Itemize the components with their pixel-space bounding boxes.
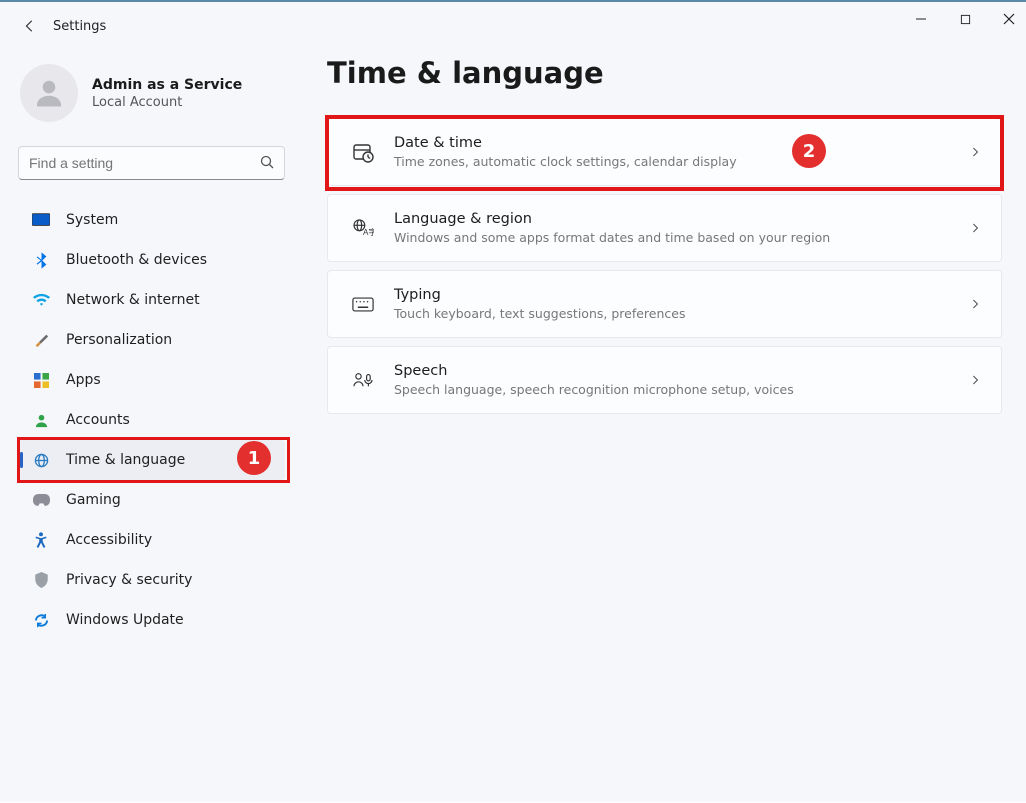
user-name: Admin as a Service: [92, 77, 242, 93]
sidebar-item-label: Accounts: [66, 412, 130, 428]
sidebar-item-label: Accessibility: [66, 532, 152, 548]
sidebar-item-network[interactable]: Network & internet: [18, 280, 285, 320]
sidebar-item-bluetooth[interactable]: Bluetooth & devices: [18, 240, 285, 280]
accessibility-icon: [32, 531, 50, 549]
sidebar-item-apps[interactable]: Apps: [18, 360, 285, 400]
nav: System Bluetooth & devices Network & int…: [18, 200, 285, 640]
speech-icon: [348, 371, 378, 389]
card-speech[interactable]: Speech Speech language, speech recogniti…: [327, 346, 1002, 414]
user-sub: Local Account: [92, 95, 242, 110]
maximize-button[interactable]: [956, 10, 974, 28]
keyboard-icon: [348, 297, 378, 312]
sidebar-item-gaming[interactable]: Gaming: [18, 480, 285, 520]
sidebar-item-windows-update[interactable]: Windows Update: [18, 600, 285, 640]
sidebar: Admin as a Service Local Account System …: [0, 50, 300, 640]
card-language-region[interactable]: A字 Language & region Windows and some ap…: [327, 194, 1002, 262]
search-field[interactable]: [18, 146, 285, 180]
titlebar-label: Settings: [53, 19, 106, 34]
card-sub: Windows and some apps format dates and t…: [394, 230, 967, 245]
sidebar-item-label: Windows Update: [66, 612, 184, 628]
card-date-time[interactable]: Date & time Time zones, automatic clock …: [327, 118, 1002, 186]
wifi-icon: [32, 291, 50, 309]
card-title: Typing: [394, 287, 967, 303]
system-icon: [32, 211, 50, 229]
card-title: Speech: [394, 363, 967, 379]
sidebar-item-label: Privacy & security: [66, 572, 192, 588]
sidebar-item-label: Network & internet: [66, 292, 200, 308]
card-title: Date & time: [394, 135, 967, 151]
chevron-right-icon: [967, 372, 983, 388]
update-icon: [32, 611, 50, 629]
chevron-right-icon: [967, 220, 983, 236]
gaming-icon: [32, 491, 50, 509]
card-sub: Touch keyboard, text suggestions, prefer…: [394, 306, 967, 321]
sidebar-item-privacy[interactable]: Privacy & security: [18, 560, 285, 600]
titlebar: Settings: [0, 2, 1026, 50]
card-typing[interactable]: Typing Touch keyboard, text suggestions,…: [327, 270, 1002, 338]
card-sub: Speech language, speech recognition micr…: [394, 382, 967, 397]
chevron-right-icon: [967, 144, 983, 160]
bluetooth-icon: [32, 251, 50, 269]
page-title: Time & language: [327, 56, 1002, 90]
account-icon: [32, 411, 50, 429]
window-controls: [912, 10, 1018, 28]
close-button[interactable]: [1000, 10, 1018, 28]
sidebar-item-label: Time & language: [66, 452, 185, 468]
svg-text:A字: A字: [363, 227, 374, 237]
sidebar-item-label: Bluetooth & devices: [66, 252, 207, 268]
globe-icon: [32, 451, 50, 469]
sidebar-item-label: Personalization: [66, 332, 172, 348]
user-block[interactable]: Admin as a Service Local Account: [18, 60, 285, 140]
sidebar-item-accounts[interactable]: Accounts: [18, 400, 285, 440]
avatar: [20, 64, 78, 122]
search-input[interactable]: [18, 146, 285, 180]
apps-icon: [32, 371, 50, 389]
clock-icon: [348, 141, 378, 163]
sidebar-item-label: Apps: [66, 372, 101, 388]
annotation-callout-2: 2: [792, 134, 826, 168]
back-button[interactable]: [22, 18, 38, 34]
language-icon: A字: [348, 219, 378, 237]
sidebar-item-system[interactable]: System: [18, 200, 285, 240]
card-title: Language & region: [394, 211, 967, 227]
sidebar-item-label: Gaming: [66, 492, 121, 508]
shield-icon: [32, 571, 50, 589]
card-sub: Time zones, automatic clock settings, ca…: [394, 154, 967, 169]
minimize-button[interactable]: [912, 10, 930, 28]
sidebar-item-accessibility[interactable]: Accessibility: [18, 520, 285, 560]
sidebar-item-label: System: [66, 212, 118, 228]
brush-icon: [32, 331, 50, 349]
chevron-right-icon: [967, 296, 983, 312]
content: Time & language Date & time Time zones, …: [327, 56, 1002, 422]
annotation-callout-1: 1: [237, 441, 271, 475]
sidebar-item-personalization[interactable]: Personalization: [18, 320, 285, 360]
